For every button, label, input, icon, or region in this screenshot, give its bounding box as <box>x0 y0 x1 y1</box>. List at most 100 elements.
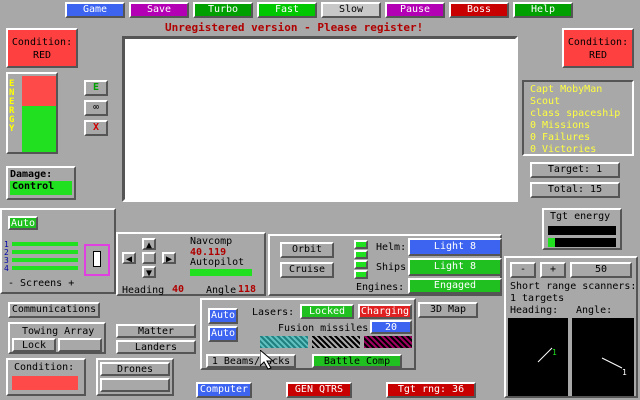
weapon-slot-1[interactable] <box>260 336 308 348</box>
drones-panel: Drones <box>96 358 174 396</box>
scanner-minus-button[interactable]: - <box>510 262 536 278</box>
communications-button[interactable]: Communications <box>8 302 100 318</box>
navcomp-label: Navcomp <box>190 236 233 247</box>
lasers-charging[interactable]: Charging <box>358 304 412 319</box>
menu-fast-button[interactable]: Fast <box>257 2 317 18</box>
tgt-energy-bar-2 <box>548 238 616 247</box>
drones-empty-button[interactable] <box>100 378 170 392</box>
heading-label: Heading <box>122 285 165 296</box>
damage-value: Control <box>12 181 55 192</box>
heading-value: 40 <box>172 284 185 295</box>
scanner-title: Short range scanners: <box>510 281 637 292</box>
computer-button[interactable]: Computer <box>196 382 252 398</box>
heading-scope-line <box>537 347 553 363</box>
towing-empty-button[interactable] <box>58 338 102 352</box>
left-condition-label: Condition: <box>11 37 73 48</box>
scanner-heading-label: Heading: <box>510 305 559 316</box>
energy-x-button[interactable]: X <box>84 120 108 136</box>
nav-center-button[interactable] <box>142 252 156 264</box>
menu-turbo-button[interactable]: Turbo <box>193 2 253 18</box>
menu-help-button[interactable]: Help <box>513 2 573 18</box>
helm-mini-button[interactable] <box>354 260 368 269</box>
landers-button[interactable]: Landers <box>116 340 196 354</box>
energy-label: ENERGY <box>9 79 15 134</box>
weapons-panel: Auto Auto Lasers: Locked Charging Fusion… <box>200 298 416 370</box>
screen-bar[interactable] <box>12 258 78 262</box>
bottom-condition-panel: Condition: <box>6 358 86 396</box>
profile-line: 0 Failures <box>530 132 591 143</box>
autopilot-bar[interactable] <box>190 269 252 276</box>
weapon-slot-2[interactable] <box>312 336 360 348</box>
weapon-slot-3[interactable] <box>364 336 412 348</box>
screen-bar[interactable] <box>12 266 78 270</box>
scanner-angle-label: Angle: <box>576 305 613 316</box>
profile-line: 0 Missions <box>530 120 591 131</box>
weapons-auto-button-1[interactable]: Auto <box>208 308 238 324</box>
nav-right-button[interactable]: ▶ <box>162 252 176 265</box>
navigation-panel: ▲ ◀ ▶ ▼ Navcomp 40.119 Autopilot Heading… <box>116 232 266 296</box>
drones-button[interactable]: Drones <box>100 362 170 376</box>
helm-mini-button[interactable] <box>354 250 368 259</box>
menu-save-button[interactable]: Save <box>129 2 189 18</box>
screens-auto-button[interactable]: Auto <box>8 216 38 230</box>
fusion-missiles-value[interactable]: 20 <box>370 320 412 334</box>
scanner-range[interactable]: 50 <box>570 262 632 278</box>
fusion-missiles-label: Fusion missiles: <box>278 323 375 334</box>
engines-label: Engines: <box>356 282 405 293</box>
gen-qtrs-button[interactable]: GEN QTRS <box>286 382 352 398</box>
profile-line: class spaceship <box>530 108 621 119</box>
screen-bar[interactable] <box>12 250 78 254</box>
energy-e-button[interactable]: E <box>84 80 108 96</box>
bottom-condition-bar <box>12 376 78 390</box>
damage-label: Damage: <box>10 169 53 180</box>
nav-left-button[interactable]: ◀ <box>122 252 136 265</box>
tgt-energy-panel: Tgt energy <box>542 208 622 250</box>
main-viewscreen[interactable] <box>122 36 518 202</box>
angle-value: 118 <box>238 284 257 295</box>
weapons-auto-button-2[interactable]: Auto <box>208 326 238 342</box>
profile-panel: Capt MobyMan Scout class spaceship 0 Mis… <box>522 80 634 156</box>
matter-movers-button[interactable]: Matter movers <box>116 324 196 349</box>
cruise-button[interactable]: Cruise <box>280 262 334 278</box>
profile-line: Scout <box>530 96 561 107</box>
heading-scope: 1 <box>508 318 568 396</box>
right-condition-value: RED <box>588 50 608 61</box>
lasers-label: Lasers: <box>252 307 295 318</box>
screens-panel: Auto 1 2 3 4 - Screens + <box>0 208 116 294</box>
energy-infinity-button[interactable]: ∞ <box>84 100 108 116</box>
ships-value[interactable]: Light 8 <box>408 258 502 276</box>
scanner-panel: - + 50 Short range scanners: 1 targets H… <box>504 256 638 398</box>
unregistered-banner: Unregistered version - Please register! <box>165 21 424 34</box>
bottom-condition-label: Condition: <box>14 362 75 373</box>
towing-array-label: Towing Array <box>22 326 95 337</box>
angle-label: Angle <box>206 285 237 296</box>
map-3d-button[interactable]: 3D Map <box>418 302 478 318</box>
total-button[interactable]: Total: 15 <box>530 182 620 198</box>
engines-value[interactable]: Engaged <box>408 278 502 294</box>
screen-bar[interactable] <box>12 242 78 246</box>
angle-scope-marker: 1 <box>622 368 627 377</box>
tgt-range-button[interactable]: Tgt rng: 36 <box>386 382 476 398</box>
screens-label: - Screens + <box>8 278 75 289</box>
right-condition-label: Condition: <box>567 37 629 48</box>
scanner-plus-button[interactable]: + <box>540 262 566 278</box>
menu-pause-button[interactable]: Pause <box>385 2 445 18</box>
lasers-locked[interactable]: Locked <box>300 304 354 319</box>
helm-mini-button[interactable] <box>354 270 368 279</box>
menu-game-button[interactable]: Game <box>65 2 125 18</box>
helm-mini-button[interactable] <box>354 240 368 249</box>
menu-slow-button[interactable]: Slow <box>321 2 381 18</box>
damage-panel: Damage: Control <box>6 166 76 200</box>
helm-panel: Orbit Cruise Helm: Light 8 Ships: Light … <box>268 234 502 296</box>
target-button[interactable]: Target: 1 <box>530 162 620 178</box>
helm-value[interactable]: Light 8 <box>408 238 502 256</box>
nav-down-button[interactable]: ▼ <box>142 266 156 279</box>
lock-button[interactable]: Lock <box>12 338 56 352</box>
tgt-energy-bar-1 <box>548 226 616 235</box>
beams-racks-button[interactable]: 1 Beams/Racks <box>206 354 296 368</box>
damage-value-box: Control <box>10 181 72 195</box>
menu-boss-button[interactable]: Boss <box>449 2 509 18</box>
nav-up-button[interactable]: ▲ <box>142 238 156 251</box>
orbit-button[interactable]: Orbit <box>280 242 334 258</box>
battle-comp-button[interactable]: Battle Comp <box>312 354 402 368</box>
